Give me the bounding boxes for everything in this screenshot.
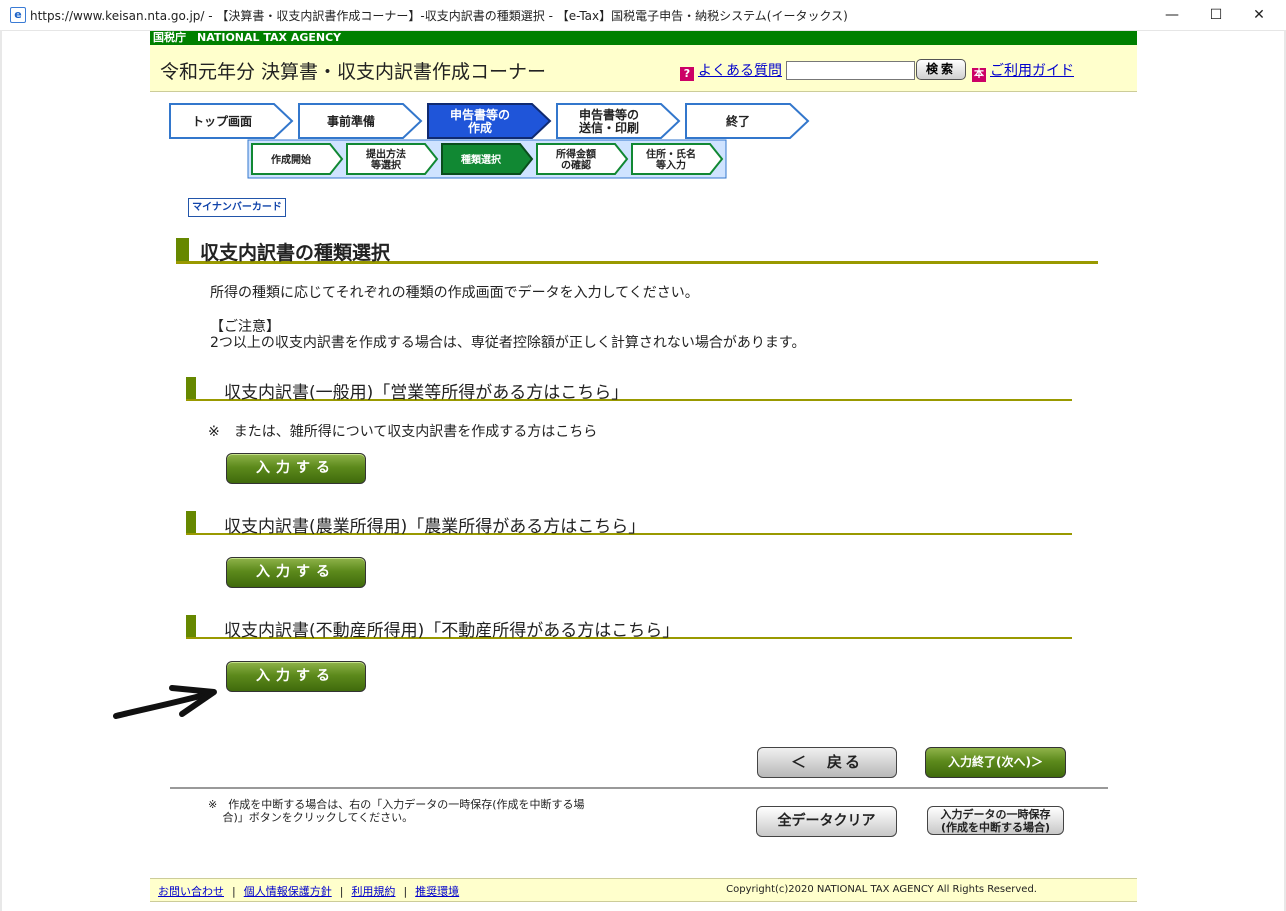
divider xyxy=(170,787,1108,789)
input-button-general[interactable]: 入力する xyxy=(226,453,366,484)
search-input[interactable] xyxy=(786,61,915,80)
intro-text: 所得の種類に応じてそれぞれの種類の作成画面でデータを入力してください。 xyxy=(210,285,699,301)
sub-step-5-label: 住所・氏名 xyxy=(646,147,696,160)
mynumber-card-badge[interactable]: マイナンバーカード xyxy=(188,198,286,217)
sub-step-1-label: 作成開始 xyxy=(271,153,311,166)
main-step-5: 終了 xyxy=(685,103,810,139)
section-marker xyxy=(186,511,196,533)
page-heading-block: 収支内訳書の種類選択 xyxy=(176,238,1098,264)
main-step-1-label: トップ画面 xyxy=(192,114,252,129)
app-title: 令和元年分 決算書・収支内訳書作成コーナー xyxy=(160,61,547,83)
close-button[interactable]: ✕ xyxy=(1239,4,1279,26)
misc-income-note: ※ または、雑所得について収支内訳書を作成する方はこちら xyxy=(208,424,598,440)
main-step-3: 申告書等の作成 xyxy=(427,103,552,139)
input-button-agriculture[interactable]: 入力する xyxy=(226,557,366,588)
suspend-note: ※ 作成を中断する場合は、右の「入力データの一時保存(作成を中断する場 合)」ボ… xyxy=(208,798,585,824)
footer-link-environment[interactable]: 推奨環境 xyxy=(415,885,459,898)
header: 令和元年分 決算書・収支内訳書作成コーナー ? よくある質問 検索 本ご利用ガイド xyxy=(150,45,1137,92)
sub-step-3-label: 種類選択 xyxy=(461,153,502,166)
sub-step-2-label: 提出方法 xyxy=(366,147,406,160)
suspend-note-line2: 合)」ボタンをクリックしてください。 xyxy=(208,811,414,824)
footer: お問い合わせ | 個人情報保護方針 | 利用規約 | 推奨環境 Copyright(c)20… xyxy=(150,878,1137,902)
question-icon: ? xyxy=(680,67,694,81)
hand-drawn-arrow-icon xyxy=(113,685,217,719)
caution-text: 2つ以上の収支内訳書を作成する場合は、専従者控除額が正しく計算されない場合があり… xyxy=(210,335,806,351)
main-step-4-label: 送信・印刷 xyxy=(578,120,639,135)
heading-marker xyxy=(176,238,189,261)
window-titlebar: e https://www.keisan.nta.go.jp/ - 【決算書・収… xyxy=(0,0,1286,31)
section-heading-agriculture: 収支内訳書(農業所得用)「農業所得がある方はこちら」 xyxy=(186,511,1072,537)
guide-link[interactable]: 本ご利用ガイド xyxy=(972,60,1074,82)
back-button[interactable]: ＜ 戻る xyxy=(757,747,897,778)
main-step-2-label: 事前準備 xyxy=(327,114,375,129)
copyright: Copyright(c)2020 NATIONAL TAX AGENCY All… xyxy=(726,884,1037,895)
caution-title: 【ご注意】 xyxy=(210,319,280,335)
faq-link-label: よくある質問 xyxy=(698,63,782,79)
footer-links: お問い合わせ | 個人情報保護方針 | 利用規約 | 推奨環境 xyxy=(158,885,460,898)
ie-icon: e xyxy=(10,7,26,23)
progress-steps: トップ画面 事前準備 申告書等の作成申告書等の送信・印刷 終了 作成開始 提出方法等選択… xyxy=(169,103,810,179)
section-marker xyxy=(186,377,196,399)
section-title-agriculture: 収支内訳書(農業所得用)「農業所得がある方はこちら」 xyxy=(224,517,646,537)
section-marker xyxy=(186,615,196,637)
sub-step-2-label: 等選択 xyxy=(371,158,402,171)
sub-step-3: 種類選択 xyxy=(441,143,534,175)
suspend-note-line1: ※ 作成を中断する場合は、右の「入力データの一時保存(作成を中断する場 xyxy=(208,798,585,811)
section-title-general: 収支内訳書(一般用)「営業等所得がある方はこちら」 xyxy=(224,383,629,403)
sub-step-4: 所得金額の確認 xyxy=(536,143,629,175)
section-heading-general: 収支内訳書(一般用)「営業等所得がある方はこちら」 xyxy=(186,377,1072,403)
sub-step-5-label: 等入力 xyxy=(656,158,686,171)
window-frame-left xyxy=(0,30,2,911)
sub-step-4-label: 所得金額 xyxy=(556,147,596,160)
main-step-3-label: 作成 xyxy=(468,120,492,135)
main-step-5-label: 終了 xyxy=(726,114,750,129)
sub-step-4-label: の確認 xyxy=(561,158,591,171)
agency-bar: 国税庁 NATIONAL TAX AGENCY xyxy=(150,31,1137,45)
footer-link-contact[interactable]: お問い合わせ xyxy=(158,885,224,898)
sub-step-2: 提出方法等選択 xyxy=(346,143,439,175)
main-step-4: 申告書等の送信・印刷 xyxy=(556,103,681,139)
minimize-button[interactable]: — xyxy=(1152,4,1192,26)
book-icon: 本 xyxy=(972,68,986,82)
search-button[interactable]: 検索 xyxy=(916,59,966,80)
footer-link-terms[interactable]: 利用規約 xyxy=(351,885,395,898)
section-title-real-estate: 収支内訳書(不動産所得用)「不動産所得がある方はこちら」 xyxy=(224,621,680,641)
main-step-4-label: 申告書等の xyxy=(579,107,639,122)
caution-block: 【ご注意】 2つ以上の収支内訳書を作成する場合は、専従者控除額が正しく計算されな… xyxy=(210,319,806,351)
maximize-button[interactable]: ☐ xyxy=(1196,4,1236,26)
footer-link-privacy[interactable]: 個人情報保護方針 xyxy=(244,885,332,898)
page-container: 国税庁 NATIONAL TAX AGENCY 令和元年分 決算書・収支内訳書作… xyxy=(150,31,1137,911)
main-step-3-label: 申告書等の xyxy=(450,107,510,122)
clear-all-data-button[interactable]: 全データクリア xyxy=(756,806,897,837)
page-title: 収支内訳書の種類選択 xyxy=(200,242,391,264)
guide-link-label: ご利用ガイド xyxy=(990,63,1074,79)
window-title: https://www.keisan.nta.go.jp/ - 【決算書・収支内… xyxy=(30,9,848,23)
temporary-save-label1: 入力データの一時保存 xyxy=(940,808,1051,821)
input-button-real-estate[interactable]: 入力する xyxy=(226,661,366,692)
temporary-save-label2: (作成を中断する場合) xyxy=(940,821,1051,834)
sub-step-5: 住所・氏名等入力 xyxy=(631,143,724,175)
faq-link[interactable]: ? よくある質問 xyxy=(680,60,782,81)
sub-step-1: 作成開始 xyxy=(251,143,344,175)
main-step-2: 事前準備 xyxy=(298,103,423,139)
next-button[interactable]: 入力終了(次へ)＞ xyxy=(925,747,1066,778)
temporary-save-button[interactable]: 入力データの一時保存 (作成を中断する場合) xyxy=(927,806,1064,835)
section-heading-real-estate: 収支内訳書(不動産所得用)「不動産所得がある方はこちら」 xyxy=(186,615,1072,641)
agency-label: 国税庁 NATIONAL TAX AGENCY xyxy=(153,31,342,44)
main-step-1: トップ画面 xyxy=(169,103,294,139)
